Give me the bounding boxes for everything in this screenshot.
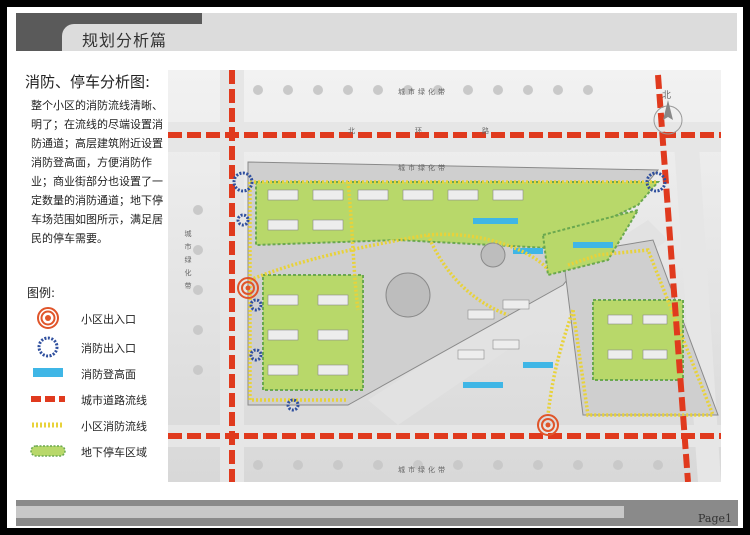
left-green-label: 城市绿化带 (184, 230, 192, 295)
legend-item-city-road: 城市道路流线 (27, 388, 167, 410)
north-road-label: 北环路 (348, 126, 549, 135)
north-label: 北 (662, 90, 671, 101)
header-bar-light (202, 13, 737, 51)
legend-label: 小区出入口 (81, 313, 136, 326)
page-number: Page1 (697, 512, 732, 525)
bottom-green-label: 城市绿化带 (398, 465, 448, 474)
plaza-circle (480, 242, 506, 268)
legend-item-fire-route: 小区消防流线 (27, 414, 167, 436)
section-tab: 规划分析篇 (62, 24, 212, 51)
legend-item-parking: 地下停车区域 (27, 440, 167, 462)
inner-green-label: 城市绿化带 (398, 163, 448, 172)
central-plaza (385, 272, 431, 318)
legend-label: 消防出入口 (81, 342, 136, 355)
page-frame: 规划分析篇 消防、停车分析图: 整个小区的消防流线清晰、明了；在流线的尽端设置消… (7, 7, 743, 528)
legend-label: 地下停车区域 (81, 446, 147, 459)
legend-item-entrance: 小区出入口 (27, 307, 167, 329)
legend-label: 消防登高面 (81, 368, 136, 381)
page-title: 消防、停车分析图: (25, 73, 151, 91)
fire-exit-icon (37, 336, 59, 358)
analysis-description: 整个小区的消防流线清晰、明了；在流线的尽端设置消防通道；高层建筑附近设置消防登高… (31, 99, 163, 245)
legend-item-fire-exit: 消防出入口 (27, 336, 167, 358)
city-road-flow-icon (31, 396, 65, 402)
fire-climbing-surface-icon (33, 368, 63, 377)
legend-label: 城市道路流线 (81, 394, 147, 407)
underground-parking-icon (30, 445, 66, 457)
section-title: 规划分析篇 (82, 31, 168, 50)
footer-stripe (16, 506, 624, 518)
community-fire-route-icon (32, 422, 64, 428)
community-entrance-icon (37, 307, 59, 329)
top-green-label: 城市绿化带 (398, 87, 448, 96)
legend-label: 小区消防流线 (81, 420, 147, 433)
legend-title: 图例: (27, 286, 56, 300)
site-plan-map: 城市绿化带 北环路 城市绿化带 城市绿化带 城市绿化带 北 (168, 70, 721, 482)
footer-bar: Page1 (16, 500, 738, 526)
legend-item-fire-surface: 消防登高面 (27, 362, 167, 384)
